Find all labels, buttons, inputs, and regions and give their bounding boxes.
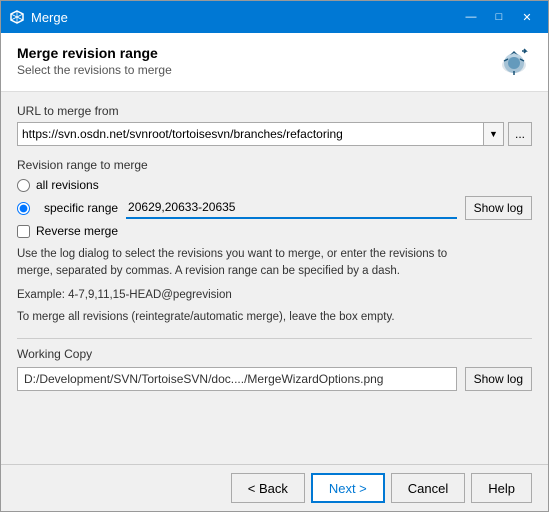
url-combo[interactable]: ▼ bbox=[17, 122, 504, 146]
back-button[interactable]: < Back bbox=[231, 473, 305, 503]
footer: < Back Next > Cancel Help bbox=[1, 464, 548, 511]
all-revisions-label: all revisions bbox=[36, 178, 99, 192]
specific-range-radio[interactable] bbox=[17, 202, 30, 215]
minimize-button[interactable]: — bbox=[458, 7, 484, 27]
url-section: URL to merge from ▼ ... bbox=[17, 104, 532, 146]
cancel-button[interactable]: Cancel bbox=[391, 473, 465, 503]
url-input[interactable] bbox=[18, 123, 483, 145]
merge-dialog: Merge — □ ✕ Merge revision range Select … bbox=[0, 0, 549, 512]
title-bar-left: Merge bbox=[9, 9, 68, 25]
title-bar: Merge — □ ✕ bbox=[1, 1, 548, 33]
all-revisions-radio[interactable] bbox=[17, 179, 30, 192]
header-section: Merge revision range Select the revision… bbox=[1, 33, 548, 92]
header-text: Merge revision range Select the revision… bbox=[17, 45, 172, 77]
next-button[interactable]: Next > bbox=[311, 473, 385, 503]
app-icon bbox=[9, 9, 25, 25]
reverse-merge-label: Reverse merge bbox=[36, 224, 118, 238]
example-text: Example: 4-7,9,11,15-HEAD@pegrevision bbox=[17, 289, 532, 301]
title-bar-controls: — □ ✕ bbox=[458, 7, 540, 27]
help-line1: Use the log dialog to select the revisio… bbox=[17, 248, 447, 260]
help-button[interactable]: Help bbox=[471, 473, 532, 503]
help-text: Use the log dialog to select the revisio… bbox=[17, 246, 532, 281]
note-label: To merge all revisions (reintegrate/auto… bbox=[17, 311, 395, 323]
url-label: URL to merge from bbox=[17, 104, 532, 118]
header-subtitle: Select the revisions to merge bbox=[17, 63, 172, 77]
reverse-merge-row: Reverse merge bbox=[17, 224, 532, 238]
revision-section: Revision range to merge all revisions sp… bbox=[17, 158, 532, 326]
range-input[interactable] bbox=[126, 197, 457, 219]
reverse-merge-checkbox[interactable] bbox=[17, 225, 30, 238]
working-copy-section: Working Copy D:/Development/SVN/Tortoise… bbox=[17, 347, 532, 391]
maximize-button[interactable]: □ bbox=[486, 7, 512, 27]
window-title: Merge bbox=[31, 10, 68, 25]
working-copy-row: D:/Development/SVN/TortoiseSVN/doc..../M… bbox=[17, 367, 532, 391]
specific-range-row: specific range Show log bbox=[17, 196, 532, 220]
close-button[interactable]: ✕ bbox=[514, 7, 540, 27]
show-log-button-range[interactable]: Show log bbox=[465, 196, 532, 220]
header-title: Merge revision range bbox=[17, 45, 172, 61]
section-divider bbox=[17, 338, 532, 339]
revision-label: Revision range to merge bbox=[17, 158, 532, 172]
show-log-button-wc[interactable]: Show log bbox=[465, 367, 532, 391]
working-copy-path: D:/Development/SVN/TortoiseSVN/doc..../M… bbox=[17, 367, 457, 391]
content-area: URL to merge from ▼ ... Revision range t… bbox=[1, 92, 548, 464]
browse-button[interactable]: ... bbox=[508, 122, 532, 146]
header-icon bbox=[496, 45, 532, 81]
url-input-row: ▼ ... bbox=[17, 122, 532, 146]
note-text: To merge all revisions (reintegrate/auto… bbox=[17, 309, 532, 326]
specific-range-label: specific range bbox=[44, 201, 118, 215]
all-revisions-row: all revisions bbox=[17, 178, 532, 192]
url-dropdown-arrow[interactable]: ▼ bbox=[483, 123, 503, 145]
working-copy-label: Working Copy bbox=[17, 347, 532, 361]
help-line2: merge, separated by commas. A revision r… bbox=[17, 265, 400, 277]
example-label: Example: 4-7,9,11,15-HEAD@pegrevision bbox=[17, 289, 232, 301]
